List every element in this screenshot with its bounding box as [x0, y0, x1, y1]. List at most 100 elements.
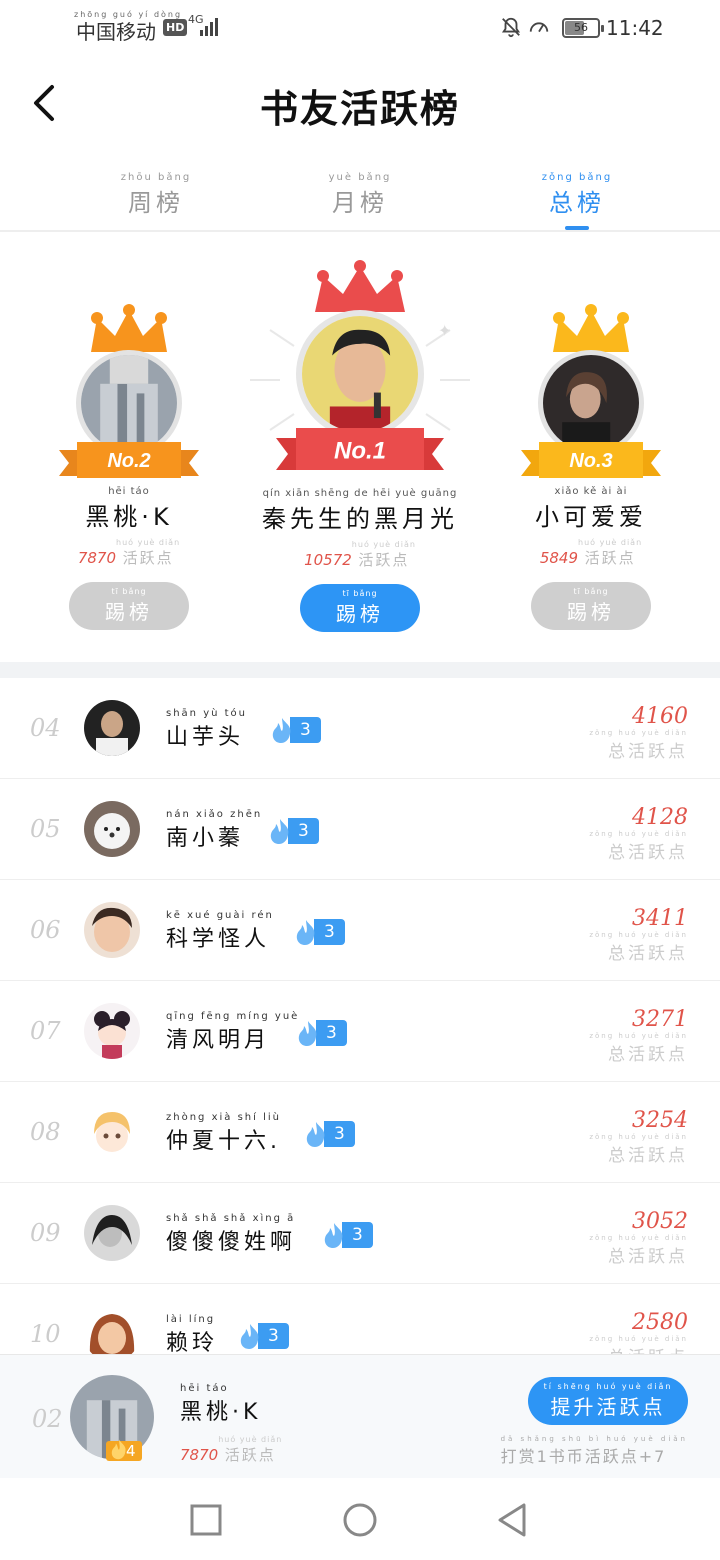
flame-icon — [111, 1439, 126, 1460]
button-pinyin: tí shēng huó yuè diǎn — [543, 1382, 673, 1391]
flame-icon — [298, 1021, 317, 1046]
score-value: 7870 — [77, 549, 117, 567]
list-item[interactable]: 07 qīng fēng míng yuè 清风明月 3 3271 zǒng huó… — [0, 981, 720, 1082]
unit-pinyin: zǒng huó yuè diǎn — [589, 830, 688, 838]
score-block: 4128 zǒng huó yuè diǎn 总活跃点 — [589, 805, 688, 863]
hint-text: 打赏1书币活跃点+7 — [500, 1447, 667, 1466]
avatar[interactable] — [84, 801, 140, 857]
button-label: 提升活跃点 — [550, 1395, 666, 1419]
unit-pinyin: zǒng huó yuè diǎn — [589, 1234, 688, 1242]
score-value: 10572 — [304, 551, 352, 569]
unit-pinyin: huó yuè diǎn — [218, 1435, 283, 1444]
score-block: 3254 zǒng huó yuè diǎn 总活跃点 — [589, 1108, 688, 1166]
score-unit: 总活跃点 — [608, 1247, 688, 1267]
tab-label: 月榜 — [332, 189, 388, 217]
rank-number: 10 — [30, 1320, 61, 1348]
signal-icon — [200, 16, 218, 36]
user-name: 仲夏十六. — [166, 1129, 281, 1154]
podium: No.2 hēi táo 黑桃·K 7870 huó yuè diǎn 活跃点 tī… — [0, 234, 720, 662]
rank-number: 08 — [30, 1118, 61, 1146]
score-value: 3052 — [632, 1209, 688, 1234]
unit-pinyin: huó yuè diǎn — [578, 538, 643, 547]
level-badge: 3 — [266, 818, 319, 844]
avatar[interactable] — [84, 1104, 140, 1160]
section-divider — [0, 662, 720, 678]
recent-apps-button[interactable] — [186, 1500, 226, 1540]
kick-rank-button[interactable]: tī bǎng 踢榜 — [69, 582, 189, 630]
unit-pinyin: zǒng huó yuè diǎn — [589, 1335, 688, 1343]
list-item[interactable]: 06 kē xué guài rén 科学怪人 3 3411 zǒng huó yu… — [0, 880, 720, 981]
unit-pinyin: zǒng huó yuè diǎn — [589, 1032, 688, 1040]
flame-icon — [270, 819, 289, 844]
avatar[interactable] — [84, 700, 140, 756]
user-name: 科学怪人 — [166, 927, 271, 952]
avatar[interactable] — [296, 310, 424, 438]
avatar[interactable] — [84, 1205, 140, 1261]
tab-pinyin: yuè bǎng — [328, 172, 392, 183]
name-pinyin: zhòng xià shí liù — [166, 1112, 281, 1123]
avatar[interactable] — [84, 902, 140, 958]
level-badge: 3 — [292, 919, 345, 945]
user-name: 清风明月 — [166, 1028, 271, 1053]
user-name: 傻傻傻姓啊 — [166, 1230, 297, 1255]
crown-icon — [91, 304, 167, 352]
name-pinyin: hēi táo — [180, 1383, 229, 1394]
list-item[interactable]: 04 shān yù tóu 山芋头 3 4160 zǒng huó yuè diǎ… — [0, 678, 720, 779]
carrier-name: 中国移动 — [76, 20, 156, 44]
rank-ribbon: No.3 — [521, 440, 661, 484]
rank-number: 07 — [30, 1017, 61, 1045]
home-button[interactable] — [340, 1500, 380, 1540]
podium-first: ✦ No.1 qín xiān shēng de hēi yuè guāng 秦… — [250, 260, 470, 632]
tab-monthly[interactable]: yuè bǎng 月榜 — [300, 172, 420, 218]
list-item[interactable]: 08 zhòng xià shí liù 仲夏十六. 3 3254 zǒng huó… — [0, 1082, 720, 1183]
rank-number: 06 — [30, 916, 61, 944]
battery-level: 56 — [574, 21, 588, 34]
score-value: 4160 — [632, 704, 688, 729]
name-pinyin: qīng fēng míng yuè — [166, 1011, 300, 1022]
boost-activity-button[interactable]: tí shēng huó yuè diǎn 提升活跃点 — [528, 1377, 688, 1425]
flame-icon — [324, 1223, 343, 1248]
user-name: 黑桃·K — [85, 503, 173, 531]
score-value: 3271 — [632, 1007, 688, 1032]
svg-text:✦: ✦ — [438, 321, 451, 340]
back-nav-button[interactable] — [494, 1500, 534, 1540]
unit-pinyin: huó yuè diǎn — [351, 540, 416, 549]
button-pinyin: tī bǎng — [573, 587, 609, 596]
tab-total[interactable]: zǒng bǎng 总榜 — [517, 172, 637, 230]
hd-badge: HD — [163, 19, 188, 36]
rank-number: 04 — [30, 714, 61, 742]
name-pinyin: nán xiǎo zhēn — [166, 809, 263, 820]
user-name-block: shān yù tóu 山芋头 — [166, 708, 247, 751]
rank-list: 04 shān yù tóu 山芋头 3 4160 zǒng huó yuè diǎ… — [0, 678, 720, 1385]
rank-label: No.2 — [107, 450, 151, 473]
user-name-block: nán xiǎo zhēn 南小蓁 — [166, 809, 262, 852]
kick-rank-button[interactable]: tī bǎng 踢榜 — [531, 582, 651, 630]
name-pinyin: shǎ shǎ shǎ xìng ā — [166, 1213, 296, 1224]
level-badge: 3 — [302, 1121, 355, 1147]
rank-label: No.1 — [333, 437, 386, 465]
list-item[interactable]: 05 nán xiǎo zhēn 南小蓁 3 4128 zǒng huó yuè d… — [0, 779, 720, 880]
flame-icon — [306, 1122, 325, 1147]
my-name-block: hēi táo 黑桃·K — [180, 1383, 261, 1426]
name-pinyin: hēi táo — [108, 486, 150, 497]
score-unit: 总活跃点 — [608, 944, 688, 964]
podium-third: No.3 xiǎo kě ài ài 小可爱爱 5849 huó yuè diǎn… — [516, 304, 666, 630]
score-block: 3052 zǒng huó yuè diǎn 总活跃点 — [589, 1209, 688, 1267]
user-name: 山芋头 — [166, 725, 245, 750]
tab-weekly[interactable]: zhōu bǎng 周榜 — [96, 172, 216, 218]
crown-icon — [553, 304, 629, 352]
score-unit: 活跃点 — [122, 549, 174, 567]
score-value: 3254 — [632, 1108, 688, 1133]
score-block: 4160 zǒng huó yuè diǎn 总活跃点 — [589, 704, 688, 762]
list-item[interactable]: 09 shǎ shǎ shǎ xìng ā 傻傻傻姓啊 3 3052 zǒng hu… — [0, 1183, 720, 1284]
rank-label: No.3 — [569, 450, 613, 473]
score-block: 3411 zǒng huó yuè diǎn 总活跃点 — [589, 906, 688, 964]
avatar[interactable] — [84, 1003, 140, 1059]
my-level-badge: 4 — [106, 1439, 142, 1461]
flame-icon — [240, 1324, 259, 1349]
speed-gauge-icon — [529, 22, 549, 33]
kick-rank-button[interactable]: tī bǎng 踢榜 — [300, 584, 420, 632]
user-name-block: zhòng xià shí liù 仲夏十六. — [166, 1112, 281, 1155]
crown-icon — [315, 260, 405, 312]
clock: 11:42 — [606, 16, 664, 40]
